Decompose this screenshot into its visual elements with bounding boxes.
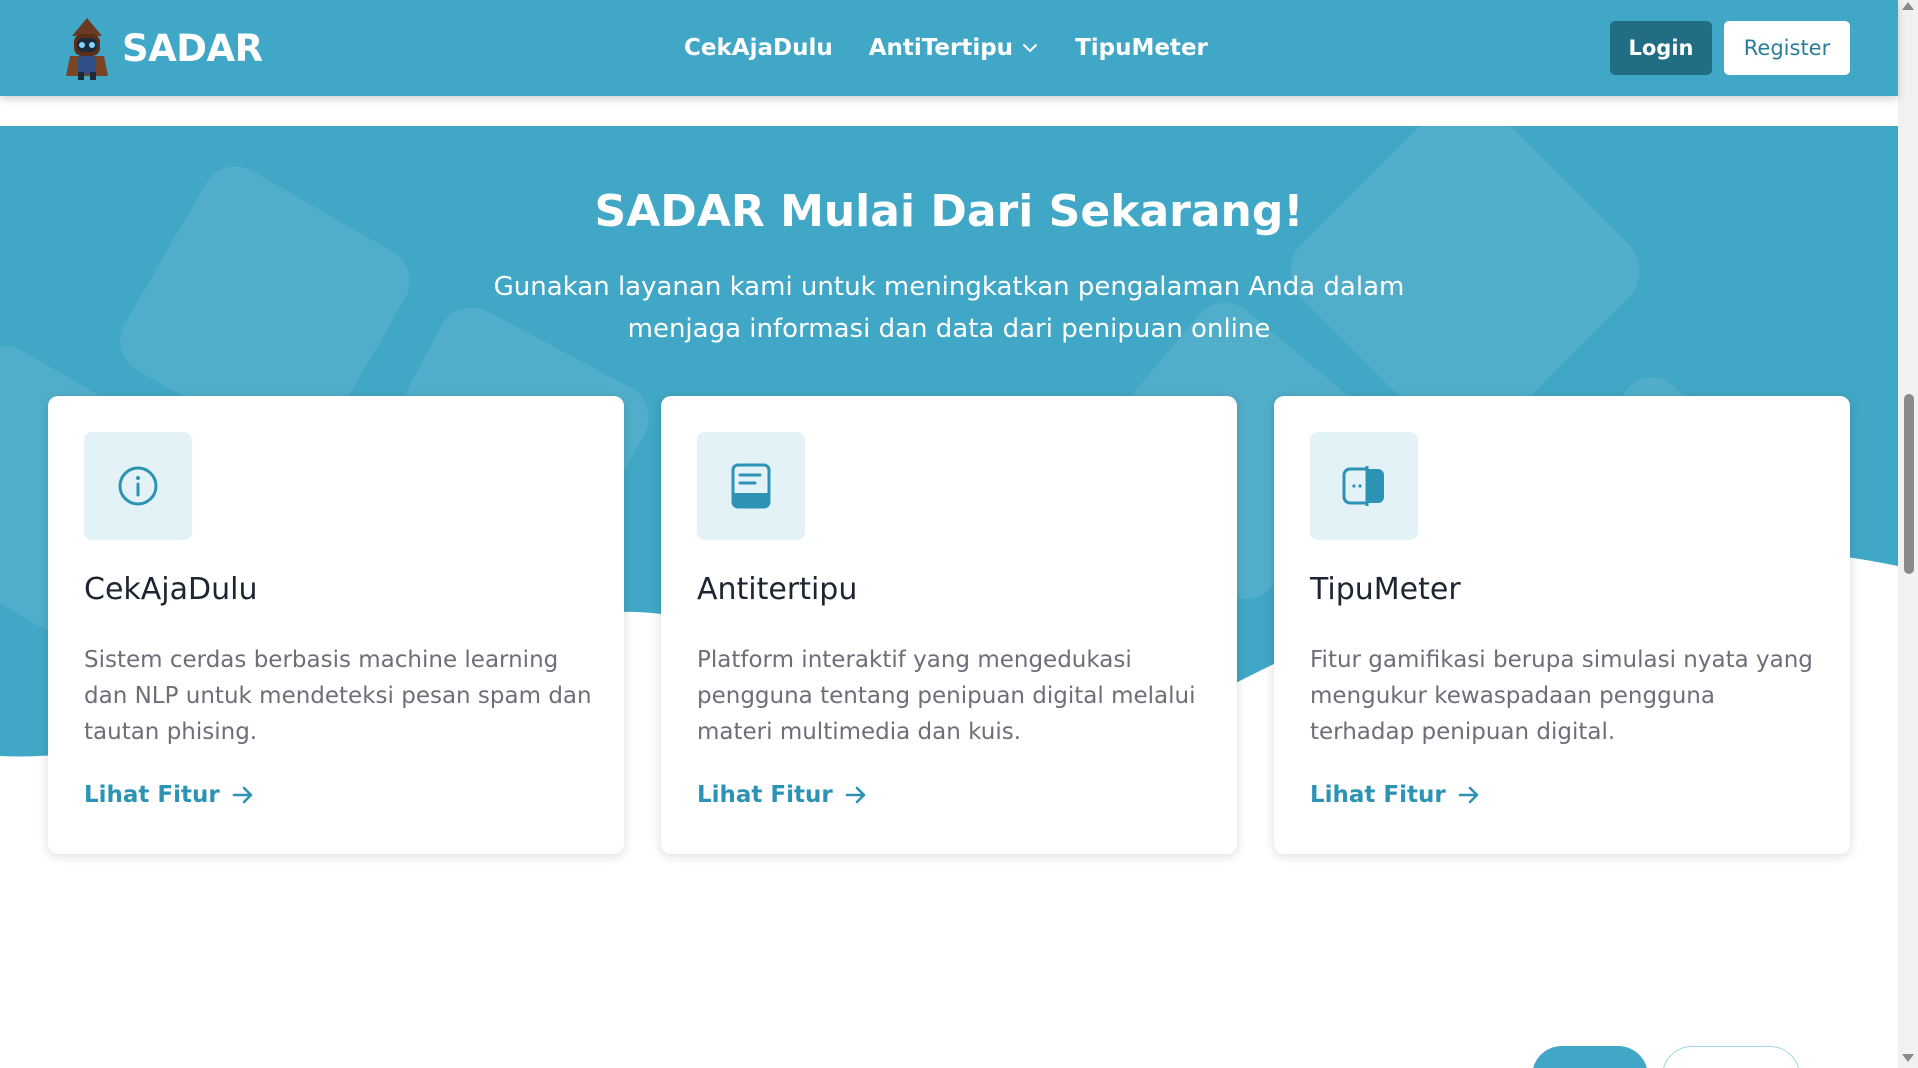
link-label: Lihat Fitur xyxy=(84,782,220,808)
nav-link-cekajadulu[interactable]: CekAjaDulu xyxy=(684,35,833,61)
sadar-mascot-logo xyxy=(66,18,108,80)
scrollbar-thumb[interactable] xyxy=(1904,394,1914,574)
feature-card-cekajadulu: CekAjaDulu Sistem cerdas berbasis machin… xyxy=(48,396,624,854)
scroll-up-arrow-icon[interactable] xyxy=(1902,2,1914,10)
partial-primary-button[interactable] xyxy=(1532,1046,1648,1068)
scroll-down-arrow-icon[interactable] xyxy=(1902,1054,1914,1062)
arrow-right-icon xyxy=(1458,786,1479,804)
feature-card-title: Antitertipu xyxy=(697,572,858,607)
link-label: Lihat Fitur xyxy=(697,782,833,808)
book-icon xyxy=(731,463,771,509)
nav-link-label: CekAjaDulu xyxy=(684,35,833,61)
lihat-fitur-link[interactable]: Lihat Fitur xyxy=(1310,782,1480,808)
nav-link-tipumeter[interactable]: TipuMeter xyxy=(1075,35,1208,61)
feature-card-description: Platform interaktif yang mengedukasi pen… xyxy=(697,647,1196,745)
link-label: Lihat Fitur xyxy=(1310,782,1446,808)
lihat-fitur-link[interactable]: Lihat Fitur xyxy=(697,782,867,808)
nav-link-label: TipuMeter xyxy=(1075,35,1208,61)
partial-outline-button[interactable] xyxy=(1662,1046,1800,1068)
feature-card-title: TipuMeter xyxy=(1310,572,1461,607)
gauge-toggle-icon xyxy=(1342,466,1384,506)
navbar: SADAR CekAjaDulu AntiTertipu TipuMeter L… xyxy=(0,0,1898,96)
hero-title: SADAR Mulai Dari Sekarang! xyxy=(594,186,1304,237)
brand-name: SADAR xyxy=(122,26,263,70)
hero-subtitle: Gunakan layanan kami untuk meningkatkan … xyxy=(493,272,1405,344)
chevron-down-icon xyxy=(1023,44,1038,52)
feature-card-description: Sistem cerdas berbasis machine learning … xyxy=(84,647,592,745)
login-button[interactable]: Login xyxy=(1610,21,1712,75)
nav-dropdown-antitertipu[interactable]: AntiTertipu xyxy=(869,35,1039,61)
feature-icon-box xyxy=(84,432,192,540)
arrow-right-icon xyxy=(232,786,253,804)
lihat-fitur-link[interactable]: Lihat Fitur xyxy=(84,782,254,808)
info-circle-icon xyxy=(118,466,158,506)
nav-link-label: AntiTertipu xyxy=(868,35,1014,61)
feature-icon-box xyxy=(1310,432,1418,540)
feature-icon-box xyxy=(697,432,805,540)
register-button[interactable]: Register xyxy=(1724,21,1850,75)
arrow-right-icon xyxy=(845,786,866,804)
brand[interactable]: SADAR xyxy=(64,14,263,82)
feature-card-description: Fitur gamifikasi berupa simulasi nyata y… xyxy=(1310,647,1813,745)
feature-card-title: CekAjaDulu xyxy=(84,572,258,607)
main-nav: CekAjaDulu AntiTertipu TipuMeter xyxy=(684,0,1208,96)
feature-card-antitertipu: Antitertipu Platform interaktif yang men… xyxy=(661,396,1237,854)
feature-card-tipumeter: TipuMeter Fitur gamifikasi berupa simula… xyxy=(1274,396,1850,854)
